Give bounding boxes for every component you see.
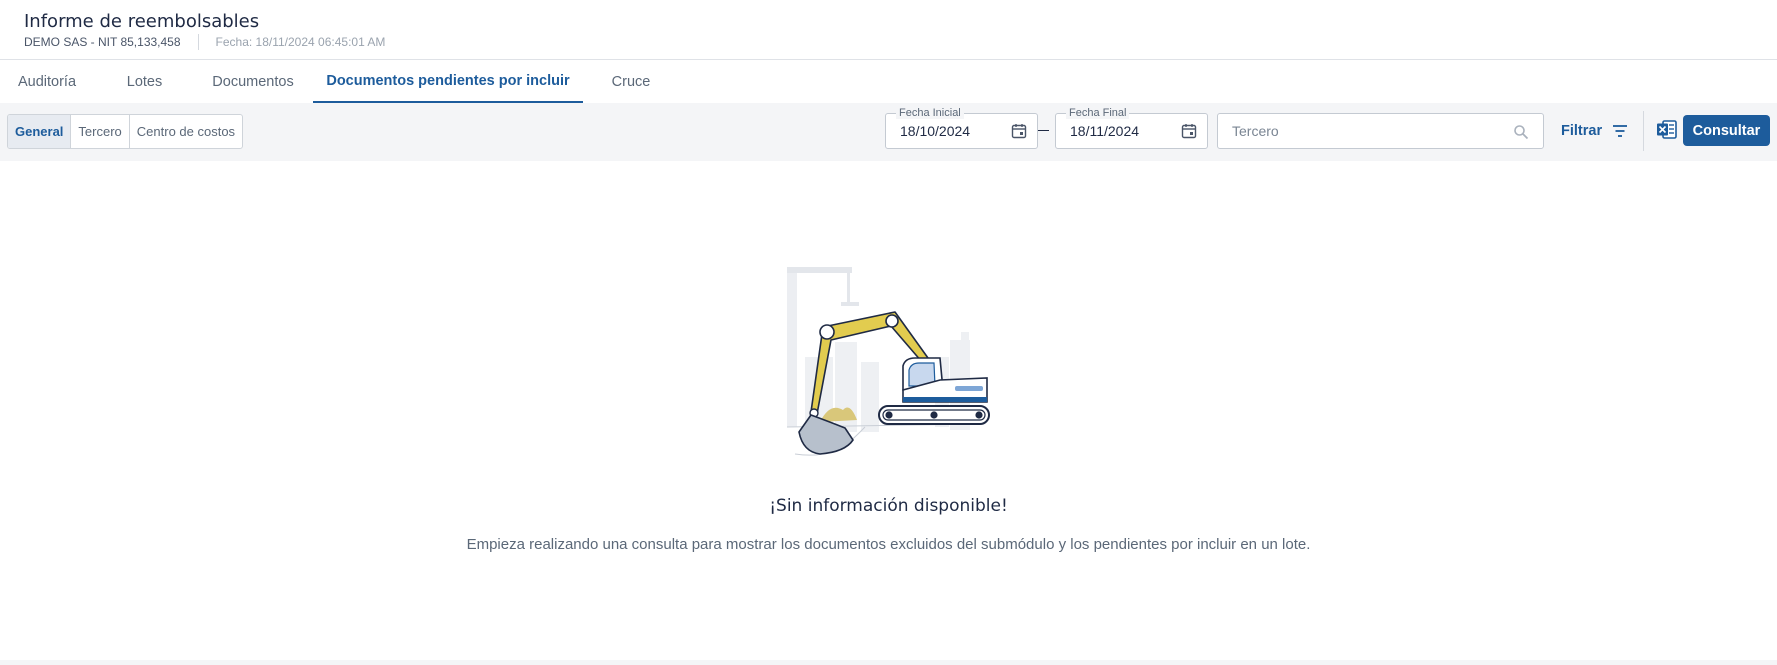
excavator-illustration: [786, 267, 990, 456]
filter-icon: [1613, 125, 1628, 137]
report-date: Fecha: 18/11/2024 06:45:01 AM: [215, 35, 386, 49]
consultar-button[interactable]: Consultar: [1683, 115, 1770, 146]
results-panel: ¡Sin información disponible! Empieza rea…: [7, 162, 1770, 660]
fecha-final-field[interactable]: Fecha Final 18/11/2024: [1055, 107, 1208, 149]
tab-auditoria[interactable]: Auditoría: [0, 60, 94, 103]
fecha-inicial-value[interactable]: 18/10/2024: [900, 123, 970, 139]
divider: [1643, 111, 1644, 151]
page-title: Informe de reembolsables: [24, 11, 260, 32]
fecha-final-label: Fecha Final: [1066, 107, 1130, 119]
tab-bar: Auditoría Lotes Documentos Documentos pe…: [0, 60, 1777, 103]
page-subtitle: DEMO SAS - NIT 85,133,458 Fecha: 18/11/2…: [24, 34, 385, 50]
fecha-final-value[interactable]: 18/11/2024: [1070, 123, 1139, 139]
filter-label: Filtrar: [1561, 123, 1603, 139]
tercero-search-input[interactable]: Tercero: [1217, 113, 1544, 149]
filter-button[interactable]: Filtrar: [1561, 117, 1628, 145]
calendar-icon[interactable]: [1181, 123, 1197, 139]
view-segmented-control: General Tercero Centro de costos: [7, 114, 244, 149]
segment-centro-de-costos[interactable]: Centro de costos: [130, 115, 242, 148]
divider: [197, 34, 199, 50]
tab-documentos[interactable]: Documentos: [196, 60, 310, 103]
tercero-placeholder: Tercero: [1232, 123, 1279, 139]
excel-icon[interactable]: [1656, 119, 1677, 140]
tab-documentos-pendientes[interactable]: Documentos pendientes por incluir: [313, 60, 583, 103]
segment-tercero[interactable]: Tercero: [71, 115, 130, 148]
bottom-bar: [0, 660, 1777, 665]
empty-state-description: Empieza realizando una consulta para mos…: [466, 536, 1311, 553]
fecha-inicial-label: Fecha Inicial: [896, 107, 964, 119]
page-header: Informe de reembolsables DEMO SAS - NIT …: [0, 0, 1777, 60]
calendar-icon[interactable]: [1011, 123, 1027, 139]
toolbar: General Tercero Centro de costos Fecha I…: [0, 103, 1777, 161]
date-range-separator: [1038, 130, 1049, 131]
tab-cruce[interactable]: Cruce: [598, 60, 664, 103]
company-info: DEMO SAS - NIT 85,133,458: [24, 35, 181, 49]
fecha-inicial-field[interactable]: Fecha Inicial 18/10/2024: [885, 107, 1038, 149]
empty-state-title: ¡Sin información disponible!: [769, 496, 1008, 516]
segment-general[interactable]: General: [8, 115, 72, 148]
search-icon: [1514, 125, 1529, 140]
tab-lotes[interactable]: Lotes: [109, 60, 180, 103]
